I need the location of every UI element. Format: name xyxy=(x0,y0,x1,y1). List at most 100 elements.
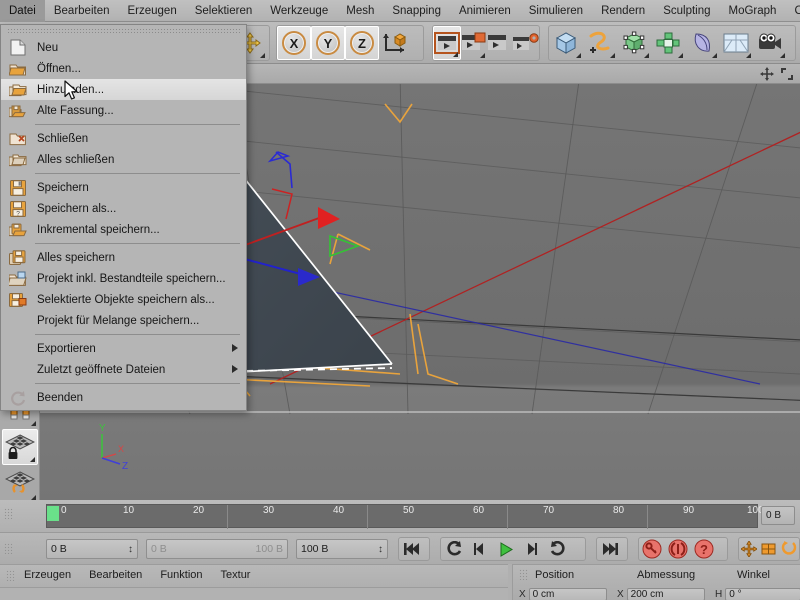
material-manager-body[interactable] xyxy=(0,587,508,600)
play-button[interactable] xyxy=(493,538,519,560)
scale-key-icon xyxy=(761,543,776,555)
step-back-button[interactable] xyxy=(467,538,493,560)
deformer-button[interactable] xyxy=(685,26,719,60)
menu-item-hinzuladen[interactable]: Hinzuladen... xyxy=(1,79,246,100)
camera-button[interactable] xyxy=(753,26,787,60)
scale-key-button[interactable] xyxy=(759,538,779,560)
environment-button[interactable] xyxy=(719,26,753,60)
material-menu-erzeugen[interactable]: Erzeugen xyxy=(15,569,80,581)
menu-mograph[interactable]: MoGraph xyxy=(720,0,786,22)
max-frame-field[interactable]: 100 B xyxy=(296,539,388,559)
menu-item-zuletzt-geoeffnet-label: Zuletzt geöffnete Dateien xyxy=(37,363,166,376)
coordinate-size-x-field[interactable]: 200 cm xyxy=(626,587,705,600)
axis-z-button[interactable]: Z xyxy=(345,26,379,60)
menu-snapping[interactable]: Snapping xyxy=(383,0,450,22)
menu-item-alles-speichern[interactable]: Alles speichern xyxy=(1,247,246,268)
material-menu-bearbeiten[interactable]: Bearbeiten xyxy=(80,569,151,581)
timeline-tick-40: 40 xyxy=(333,505,345,516)
material-menu-textur[interactable]: Textur xyxy=(212,569,260,581)
menu-item-melange[interactable]: Projekt für Melange speichern... xyxy=(1,310,246,331)
menu-item-alte-fassung[interactable]: Alte Fassung... xyxy=(1,100,246,121)
menu-item-selektierte-objekte[interactable]: Selektierte Objekte speichern als... xyxy=(1,289,246,310)
current-frame-field[interactable]: 0 B xyxy=(46,539,138,559)
menu-item-schliessen-label: Schließen xyxy=(37,132,89,145)
file-menu-tearoff-grip[interactable] xyxy=(7,28,240,35)
coordinates-grip[interactable] xyxy=(519,569,528,580)
menu-item-speichern-als[interactable]: ? Speichern als... xyxy=(1,198,246,219)
menu-animieren[interactable]: Animieren xyxy=(450,0,520,22)
svg-text:X: X xyxy=(118,444,124,454)
material-manager-grip[interactable] xyxy=(6,569,15,581)
menu-bearbeiten[interactable]: Bearbeiten xyxy=(45,0,119,22)
viewport-panel-icons xyxy=(760,67,794,81)
spline-icon xyxy=(589,31,610,53)
menu-item-projekt-bestandteile[interactable]: Projekt inkl. Bestandteile speichern... xyxy=(1,268,246,289)
timeline-tick-20: 20 xyxy=(193,505,205,516)
no-icon-placeholder xyxy=(1,359,35,380)
timeline-ruler[interactable]: 0 10 20 30 40 50 60 70 80 90 100 xyxy=(46,504,764,529)
workplane-lock-tool-button[interactable] xyxy=(2,429,38,465)
menu-item-neu[interactable]: Neu xyxy=(1,37,246,58)
menu-selektieren[interactable]: Selektieren xyxy=(186,0,262,22)
pan-viewport-icon[interactable] xyxy=(760,67,774,81)
toolbar-group-axis: X Y Z xyxy=(276,25,424,61)
previous-key-button[interactable] xyxy=(441,538,467,560)
coordinate-angle-h-field[interactable]: 0 ° xyxy=(725,587,800,600)
menu-item-alles-schliessen[interactable]: Alles schließen xyxy=(1,149,246,170)
record-keyframe-button[interactable] xyxy=(639,538,665,560)
menu-rendern[interactable]: Rendern xyxy=(592,0,654,22)
autokeying-button[interactable] xyxy=(665,538,691,560)
timeline-end-field[interactable]: 0 B xyxy=(761,506,795,525)
menu-erzeugen[interactable]: Erzeugen xyxy=(118,0,185,22)
svg-text:Z: Z xyxy=(122,461,128,472)
coordinate-position-x-field[interactable]: 0 cm xyxy=(528,587,607,600)
array-button[interactable] xyxy=(651,26,685,60)
keyframe-selection-button[interactable]: ? xyxy=(691,538,717,560)
menu-item-exportieren-label: Exportieren xyxy=(37,342,96,355)
spline-button[interactable] xyxy=(583,26,617,60)
menu-mesh[interactable]: Mesh xyxy=(337,0,383,22)
menu-item-schliessen[interactable]: Schließen xyxy=(1,128,246,149)
menu-item-zuletzt-geoeffnet[interactable]: Zuletzt geöffnete Dateien xyxy=(1,359,246,380)
menu-item-speichern[interactable]: Speichern xyxy=(1,177,246,198)
position-key-button[interactable] xyxy=(739,538,759,560)
axis-x-button[interactable]: X xyxy=(277,26,311,60)
menu-sculpting[interactable]: Sculpting xyxy=(654,0,719,22)
menu-simulieren[interactable]: Simulieren xyxy=(520,0,592,22)
transport-grip[interactable] xyxy=(4,543,13,554)
timeline-grip[interactable] xyxy=(4,508,13,519)
new-document-icon xyxy=(1,37,35,58)
frame-range-slider[interactable]: 0 B 100 B xyxy=(146,539,288,559)
rotation-key-button[interactable] xyxy=(779,538,799,560)
menu-item-beenden[interactable]: Beenden xyxy=(1,387,246,408)
menu-item-exportieren[interactable]: Exportieren xyxy=(1,338,246,359)
render-queue-button[interactable] xyxy=(487,26,513,60)
step-forward-button[interactable] xyxy=(519,538,545,560)
render-view-button[interactable] xyxy=(433,26,461,60)
next-key-button[interactable] xyxy=(545,538,571,560)
menu-item-inkremental-speichern[interactable]: Inkremental speichern... xyxy=(1,219,246,240)
revert-icon xyxy=(1,100,35,121)
current-frame-marker[interactable] xyxy=(47,506,59,521)
maximize-viewport-icon[interactable] xyxy=(780,67,794,81)
menu-werkzeuge[interactable]: Werkzeuge xyxy=(261,0,337,22)
render-region-button[interactable] xyxy=(461,26,487,60)
workplane-rotate-tool-button[interactable] xyxy=(2,466,38,502)
coordinate-axis-label-size-x: X xyxy=(617,588,624,600)
render-settings-button[interactable] xyxy=(513,26,539,60)
menu-item-neu-label: Neu xyxy=(37,41,59,54)
go-to-start-button[interactable] xyxy=(399,538,425,560)
axis-x-glyph: X xyxy=(282,31,306,55)
menu-charakter[interactable]: Charak xyxy=(785,0,800,22)
coordinate-row-size-x: X 200 cm xyxy=(617,587,705,600)
menu-item-oeffnen[interactable]: Öffnen... xyxy=(1,58,246,79)
world-object-coordinates-button[interactable] xyxy=(379,26,413,60)
playback-group xyxy=(440,537,586,561)
cube-primitive-button[interactable] xyxy=(549,26,583,60)
nurbs-generator-button[interactable] xyxy=(617,26,651,60)
material-menu-funktion[interactable]: Funktion xyxy=(151,569,211,581)
menu-datei[interactable]: Datei xyxy=(0,0,45,22)
go-to-end-button[interactable] xyxy=(597,538,623,560)
file-menu-dropdown[interactable]: Neu Öffnen... Hinzuladen... Alte Fassung… xyxy=(0,24,247,411)
axis-y-button[interactable]: Y xyxy=(311,26,345,60)
